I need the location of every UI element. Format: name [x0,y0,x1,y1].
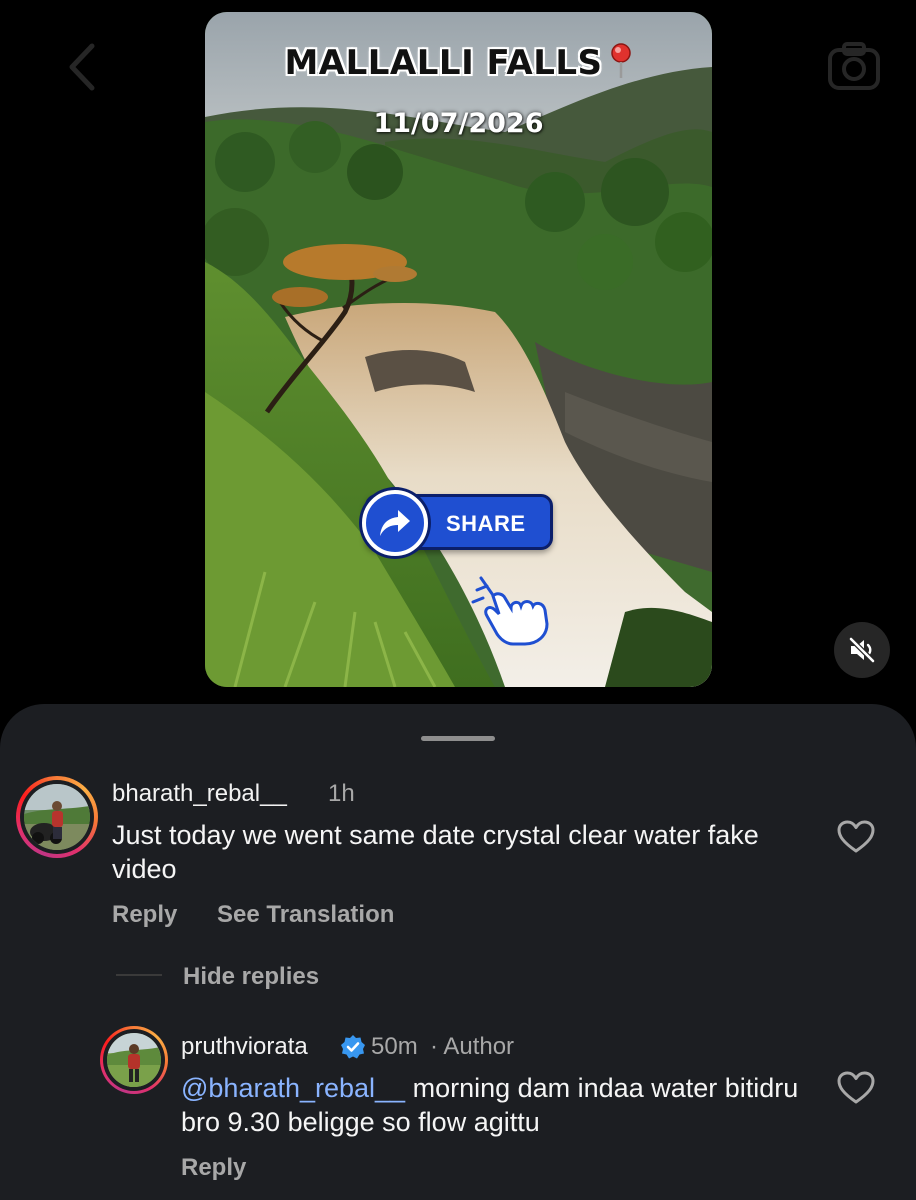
back-chevron-icon[interactable] [62,42,102,92]
hide-replies-button[interactable]: Hide replies [183,963,319,991]
avatar[interactable] [16,776,98,858]
media-title-overlay: MALLALLI FALLS [205,42,712,83]
pointing-hand-icon [471,576,549,646]
share-overlay-button: SHARE [362,490,553,556]
verified-badge-icon [341,1035,365,1059]
see-translation-button[interactable]: See Translation [217,901,394,929]
video-post-media[interactable]: MALLALLI FALLS 11/07/2026 SHARE [205,12,712,687]
comment-text: Just today we went same date crystal cle… [112,820,759,884]
reply-timestamp: 50m [371,1033,418,1060]
reply-button[interactable]: Reply [112,901,177,929]
reply-text: @bharath_rebal__ morning dam indaa water… [181,1071,811,1139]
comments-sheet: bharath_rebal__ 1h Just today we went sa… [0,704,916,1200]
replies-divider [116,974,162,976]
share-overlay-label: SHARE [446,511,526,536]
user-photo-image [107,1033,161,1087]
map-pin-icon [610,43,631,78]
comment-username[interactable]: bharath_rebal__ [112,780,287,808]
mention-link[interactable]: @bharath_rebal__ [181,1073,405,1103]
heart-icon[interactable] [837,1071,875,1105]
comment-timestamp: 1h [328,780,355,807]
sheet-drag-handle[interactable] [421,736,495,741]
user-photo-image [24,784,90,850]
share-arrow-icon [362,490,428,556]
reply-username[interactable]: pruthviorata [181,1033,308,1061]
speaker-muted-icon [849,637,875,663]
avatar[interactable] [100,1026,168,1094]
author-label: · Author [430,1033,515,1060]
heart-icon[interactable] [837,820,875,854]
camera-icon[interactable] [826,38,882,94]
mute-toggle-button[interactable] [834,622,890,678]
reply-button[interactable]: Reply [181,1154,246,1182]
media-date-overlay: 11/07/2026 [373,108,544,139]
media-title-text: MALLALLI FALLS [284,43,603,83]
